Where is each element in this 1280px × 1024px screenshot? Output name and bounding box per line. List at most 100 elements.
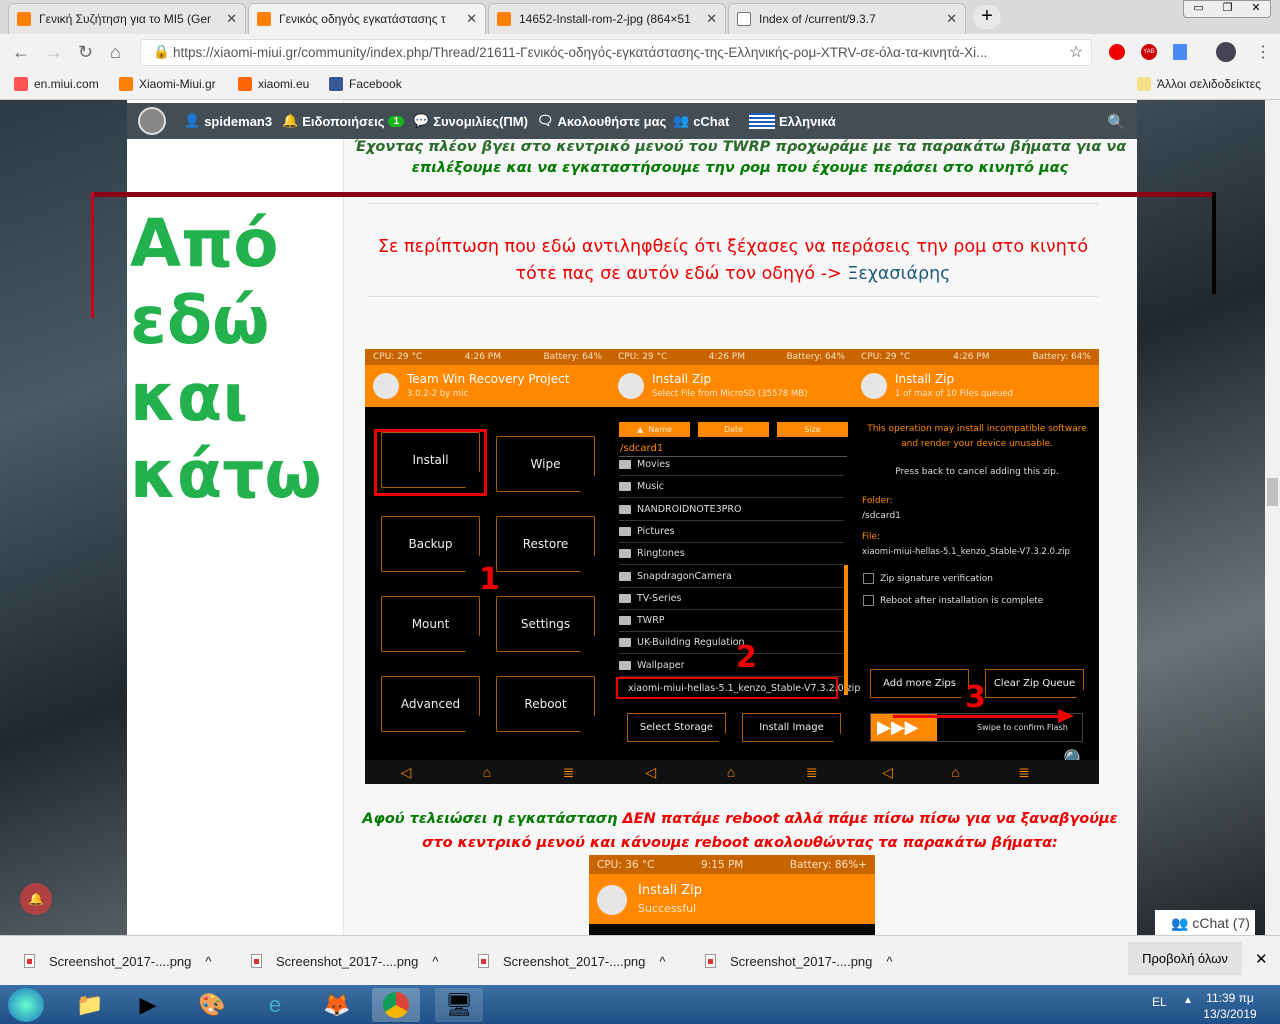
close-tab-icon[interactable]: ✕ xyxy=(706,11,717,27)
back-icon: ◁ xyxy=(645,763,657,780)
close-tab-icon[interactable]: ✕ xyxy=(946,11,957,27)
notification-bell-button[interactable]: 🔔 xyxy=(20,883,52,915)
explorer-icon[interactable]: 📁 xyxy=(70,988,110,1022)
facebook-icon xyxy=(329,77,343,91)
twrp-header: Team Win Recovery Project 3.0.2-2 by mic xyxy=(365,365,610,407)
step-number: 3 xyxy=(965,680,986,715)
nav-language[interactable]: Ελληνικά xyxy=(749,113,836,129)
close-tab-icon[interactable]: ✕ xyxy=(226,11,237,27)
download-item[interactable]: Screenshot_2017-....png ^ xyxy=(701,945,893,977)
annotation-arrow xyxy=(893,715,1063,718)
new-tab-button[interactable]: + xyxy=(973,5,1001,29)
language-indicator[interactable]: EL xyxy=(1152,995,1167,1009)
back-button[interactable]: ← xyxy=(12,42,30,63)
download-item[interactable]: Screenshot_2017-....png ^ xyxy=(474,945,666,977)
download-item[interactable]: Screenshot_2017-....png ^ xyxy=(247,945,439,977)
folder-row: TWRP xyxy=(619,610,844,633)
divider-line xyxy=(92,192,1215,197)
add-more-zips-button: Add more Zips xyxy=(870,669,969,698)
document-icon xyxy=(737,12,751,26)
restore-button[interactable]: ❐ xyxy=(1223,1,1233,17)
bookmark-xiaomi-eu[interactable]: xiaomi.eu xyxy=(238,77,309,91)
forward-button[interactable]: → xyxy=(45,42,63,63)
chrome-icon[interactable] xyxy=(372,988,420,1022)
control-panel-icon[interactable]: 🖥 xyxy=(435,988,483,1022)
twrp-logo-icon xyxy=(597,885,627,915)
nav-notifications[interactable]: 🔔 Ειδοποιήσεις 1 xyxy=(282,113,405,129)
scrollbar[interactable] xyxy=(1265,100,1280,935)
address-bar[interactable]: 🔒 https://xiaomi-miui.gr/community/index.… xyxy=(140,39,1092,66)
arrow-head-icon xyxy=(1058,709,1074,723)
media-player-icon[interactable]: ▶ xyxy=(128,988,168,1022)
twrp-logo-icon xyxy=(373,373,399,399)
close-downloads-button[interactable]: ✕ xyxy=(1255,950,1268,968)
bell-icon: 🔔 xyxy=(282,113,299,128)
user-icon: 👤 xyxy=(184,113,201,128)
nav-follow[interactable]: 🗨 Ακολουθήστε μας xyxy=(537,113,666,129)
sort-name: ▲ Name xyxy=(619,422,690,437)
warning-body: Σε περίπτωση που εδώ αντιληφθείς ότι ξέχ… xyxy=(377,237,1089,284)
bookmark-en-miui[interactable]: en.miui.com xyxy=(14,77,99,91)
opera-extension-icon[interactable] xyxy=(1109,44,1125,60)
nav-user[interactable]: 👤 spideman3 xyxy=(184,113,272,129)
folder-icon xyxy=(619,460,631,469)
reload-button[interactable]: ↻ xyxy=(78,42,93,63)
chat-bubbles-icon: 💬 xyxy=(413,113,430,128)
highlight-box xyxy=(374,429,487,496)
firefox-icon[interactable]: 🦊 xyxy=(317,988,357,1022)
translate-extension-icon[interactable] xyxy=(1173,44,1187,60)
show-all-downloads-button[interactable]: Προβολή όλων xyxy=(1128,942,1242,975)
twrp-body xyxy=(589,924,875,935)
folder-icon xyxy=(619,482,631,492)
twrp-backup-button: Backup xyxy=(381,516,480,572)
twrp-advanced-button: Advanced xyxy=(381,676,480,732)
close-window-button[interactable]: ✕ xyxy=(1251,1,1260,17)
nav-messages[interactable]: 💬 Συνομιλίες(ΠΜ) xyxy=(413,113,528,129)
folder-row: Movies xyxy=(619,454,844,476)
greek-flag-icon xyxy=(749,113,775,129)
png-file-icon xyxy=(705,954,716,968)
tray-expand-icon[interactable]: ▲ xyxy=(1183,995,1193,1006)
status-bar-2: CPU: 36 °C 9:15 PM Battery: 86%+ xyxy=(589,855,875,874)
miui-favicon-icon xyxy=(17,12,31,26)
folder-row: Ringtones xyxy=(619,543,844,566)
close-tab-icon[interactable]: ✕ xyxy=(466,11,477,27)
minimize-button[interactable]: ▭ xyxy=(1193,1,1203,17)
tab-3[interactable]: 14652-Install-rom-2-jpg (864×51 ✕ xyxy=(488,3,726,34)
folder-row: Wallpaper xyxy=(619,655,844,677)
tab-1[interactable]: Γενική Συζήτηση για το MI5 (Ger ✕ xyxy=(8,3,246,34)
guide-link[interactable]: Ξεχασιάρης xyxy=(847,264,950,284)
profile-avatar[interactable] xyxy=(1216,42,1236,62)
tab-2[interactable]: Γενικός οδηγός εγκατάστασης τ ✕ xyxy=(248,3,486,34)
nav-chat[interactable]: 👥 cChat xyxy=(673,113,729,129)
back-icon: ◁ xyxy=(400,763,412,780)
reboot-after-checkbox: Reboot after installation is complete xyxy=(863,595,1043,606)
clock[interactable]: 11:39 πμ 13/3/2019 xyxy=(1195,990,1265,1022)
android-nav-bar: ◁ ⌂ ≣ xyxy=(365,760,610,784)
folder-icon xyxy=(619,593,631,603)
tab-4[interactable]: Index of /current/9.3.7 ✕ xyxy=(728,3,966,34)
select-storage-button: Select Storage xyxy=(627,713,726,742)
cchat-widget[interactable]: 👥 cChat (7) xyxy=(1155,910,1255,935)
site-logo[interactable] xyxy=(138,107,166,135)
frame-left-line xyxy=(91,192,94,318)
folder-row: Music xyxy=(619,476,844,499)
bookmark-star-icon[interactable]: ☆ xyxy=(1069,42,1083,62)
miui-icon xyxy=(14,77,28,91)
download-item[interactable]: Screenshot_2017-....png ^ xyxy=(20,945,212,977)
press-back-text: Press back to cancel adding this zip. xyxy=(895,467,1059,477)
ie-icon[interactable]: e xyxy=(255,988,295,1022)
bookmark-facebook[interactable]: Facebook xyxy=(329,77,402,91)
tab-strip: Γενική Συζήτηση για το MI5 (Ger ✕ Γενικός… xyxy=(0,0,1280,34)
home-icon: ⌂ xyxy=(951,764,960,780)
start-button[interactable] xyxy=(8,988,44,1022)
miui-favicon-icon xyxy=(497,12,511,26)
menu-icon[interactable]: ⋮ xyxy=(1255,42,1271,62)
folder-row: UK-Building Regulation xyxy=(619,632,844,655)
search-icon[interactable]: 🔍 xyxy=(1107,113,1126,131)
home-button[interactable]: ⌂ xyxy=(110,42,121,63)
bookmark-xiaomi-miui-gr[interactable]: Xiaomi-Miui.gr xyxy=(119,77,216,91)
other-bookmarks[interactable]: Άλλοι σελιδοδείκτες xyxy=(1137,77,1261,91)
paint-icon[interactable]: 🎨 xyxy=(192,988,232,1022)
yab-extension-icon[interactable]: YAB xyxy=(1141,44,1157,60)
